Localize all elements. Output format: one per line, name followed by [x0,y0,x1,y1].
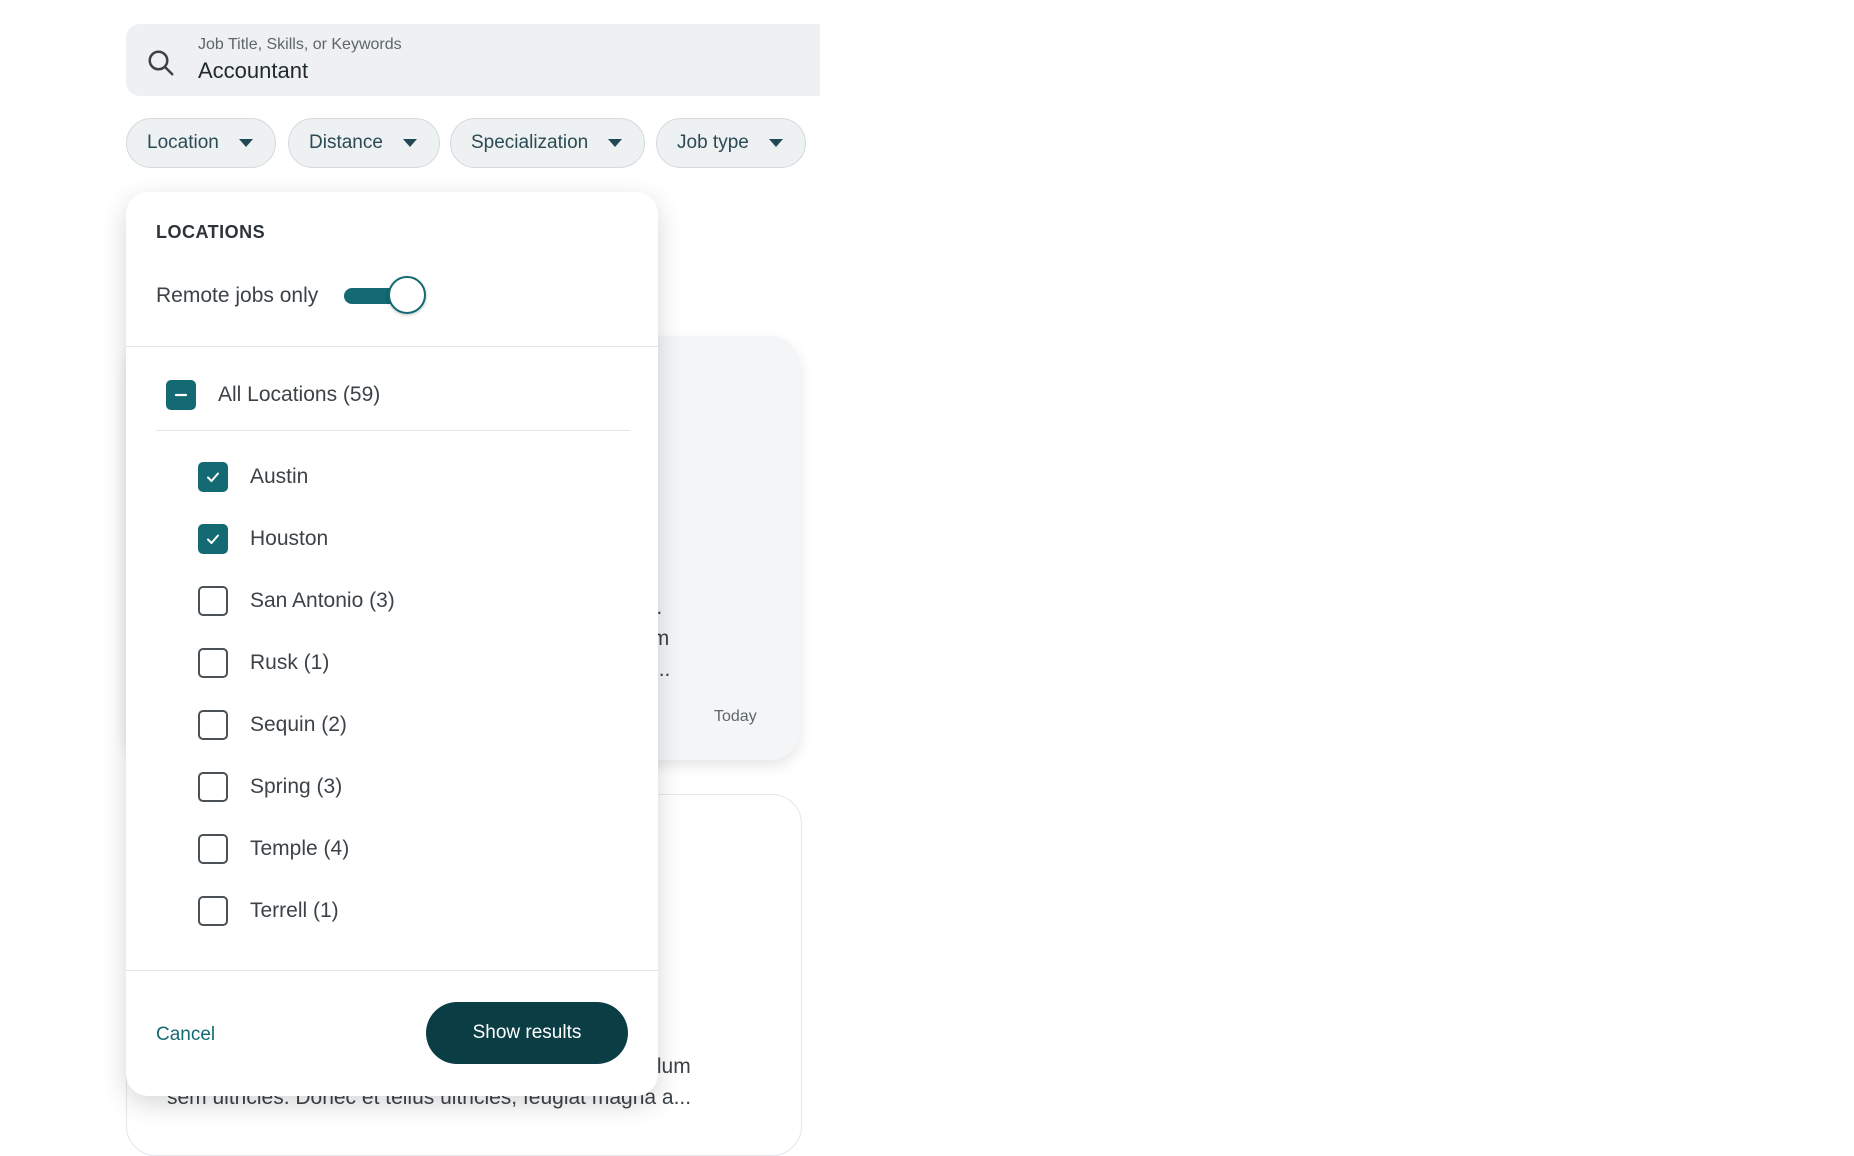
check-icon [207,534,219,544]
location-option[interactable]: Houston [198,524,328,554]
location-option-label: Spring (3) [250,775,343,798]
checkbox-unchecked[interactable] [198,648,228,678]
location-option[interactable]: Spring (3) [198,772,342,802]
locations-dropdown-panel: LOCATIONS Remote jobs only All Locations… [126,192,658,1096]
location-option-label: Houston [250,527,329,550]
location-option-label: Rusk (1) [250,651,330,674]
checkbox-unchecked[interactable] [198,772,228,802]
checkbox-unchecked[interactable] [198,710,228,740]
caret-down-icon [238,139,253,147]
panel-title: LOCATIONS [156,222,266,242]
location-option[interactable]: Rusk (1) [198,648,329,678]
checkbox-unchecked[interactable] [198,586,228,616]
location-option-label: Sequin (2) [250,713,347,736]
location-filter-label: Location [147,132,219,153]
search-bar[interactable]: Job Title, Skills, or Keywords Accountan… [126,24,820,96]
minus-icon [174,393,188,397]
checkbox-checked[interactable] [198,462,228,492]
indeterminate-checkbox[interactable] [166,380,196,410]
specialization-filter-label: Specialization [471,132,589,153]
caret-down-icon [402,139,417,147]
specialization-filter-chip[interactable]: Specialization [450,118,646,168]
job-card-date: Today [714,708,757,725]
divider [126,346,658,347]
divider [126,970,658,971]
toggle-knob [388,276,426,314]
job-type-filter-chip[interactable]: Job type [656,118,806,168]
location-option-label: San Antonio (3) [250,589,395,612]
checkbox-unchecked[interactable] [198,896,228,926]
show-results-button[interactable]: Show results [426,1002,628,1064]
distance-filter-chip[interactable]: Distance [288,118,440,168]
location-option[interactable]: Temple (4) [198,834,349,864]
location-option[interactable]: San Antonio (3) [198,586,395,616]
checkbox-checked[interactable] [198,524,228,554]
location-option-label: Austin [250,465,309,488]
remote-jobs-label: Remote jobs only [156,284,319,307]
location-option[interactable]: Austin [198,462,308,492]
all-locations-label: All Locations (59) [218,383,381,406]
caret-down-icon [608,139,623,147]
search-field-label: Job Title, Skills, or Keywords [198,36,402,53]
remote-jobs-toggle[interactable] [344,274,430,318]
distance-filter-label: Distance [309,132,383,153]
job-type-filter-label: Job type [677,132,749,153]
search-icon [148,50,174,76]
check-icon [207,472,219,482]
location-option-label: Temple (4) [250,837,350,860]
location-option-label: Terrell (1) [250,899,339,922]
checkbox-unchecked[interactable] [198,834,228,864]
search-input[interactable]: Accountant [198,58,308,84]
divider [156,430,630,431]
location-option[interactable]: Sequin (2) [198,710,347,740]
caret-down-icon [768,139,783,147]
cancel-button[interactable]: Cancel [156,1024,215,1046]
all-locations-checkbox-row[interactable]: All Locations (59) [166,380,380,410]
location-option[interactable]: Terrell (1) [198,896,339,926]
location-filter-chip[interactable]: Location [126,118,276,168]
